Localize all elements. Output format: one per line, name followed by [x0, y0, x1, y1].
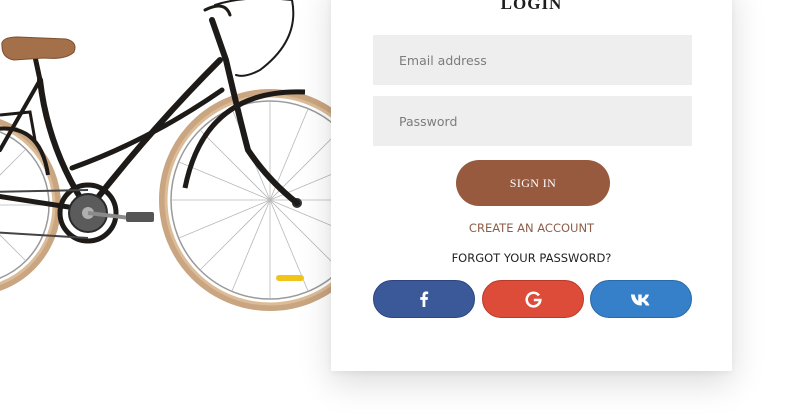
login-title: LOGIN — [500, 0, 563, 13]
forgot-password-link[interactable]: FORGOT YOUR PASSWORD? — [331, 251, 732, 265]
email-field[interactable] — [373, 35, 692, 85]
google-icon — [524, 290, 542, 308]
google-login-button[interactable] — [482, 280, 584, 318]
vk-login-button[interactable] — [590, 280, 692, 318]
create-account-link[interactable]: CREATE AN ACCOUNT — [331, 221, 732, 235]
facebook-login-button[interactable] — [373, 280, 475, 318]
front-wheel — [159, 89, 340, 311]
bicycle-image — [0, 0, 340, 311]
login-card: LOGIN SIGN IN CREATE AN ACCOUNT FORGOT Y… — [331, 0, 732, 371]
saddle — [1, 36, 76, 61]
vk-icon — [630, 293, 650, 305]
password-field[interactable] — [373, 96, 692, 146]
facebook-icon — [420, 291, 429, 307]
sign-in-button[interactable]: SIGN IN — [456, 160, 610, 206]
